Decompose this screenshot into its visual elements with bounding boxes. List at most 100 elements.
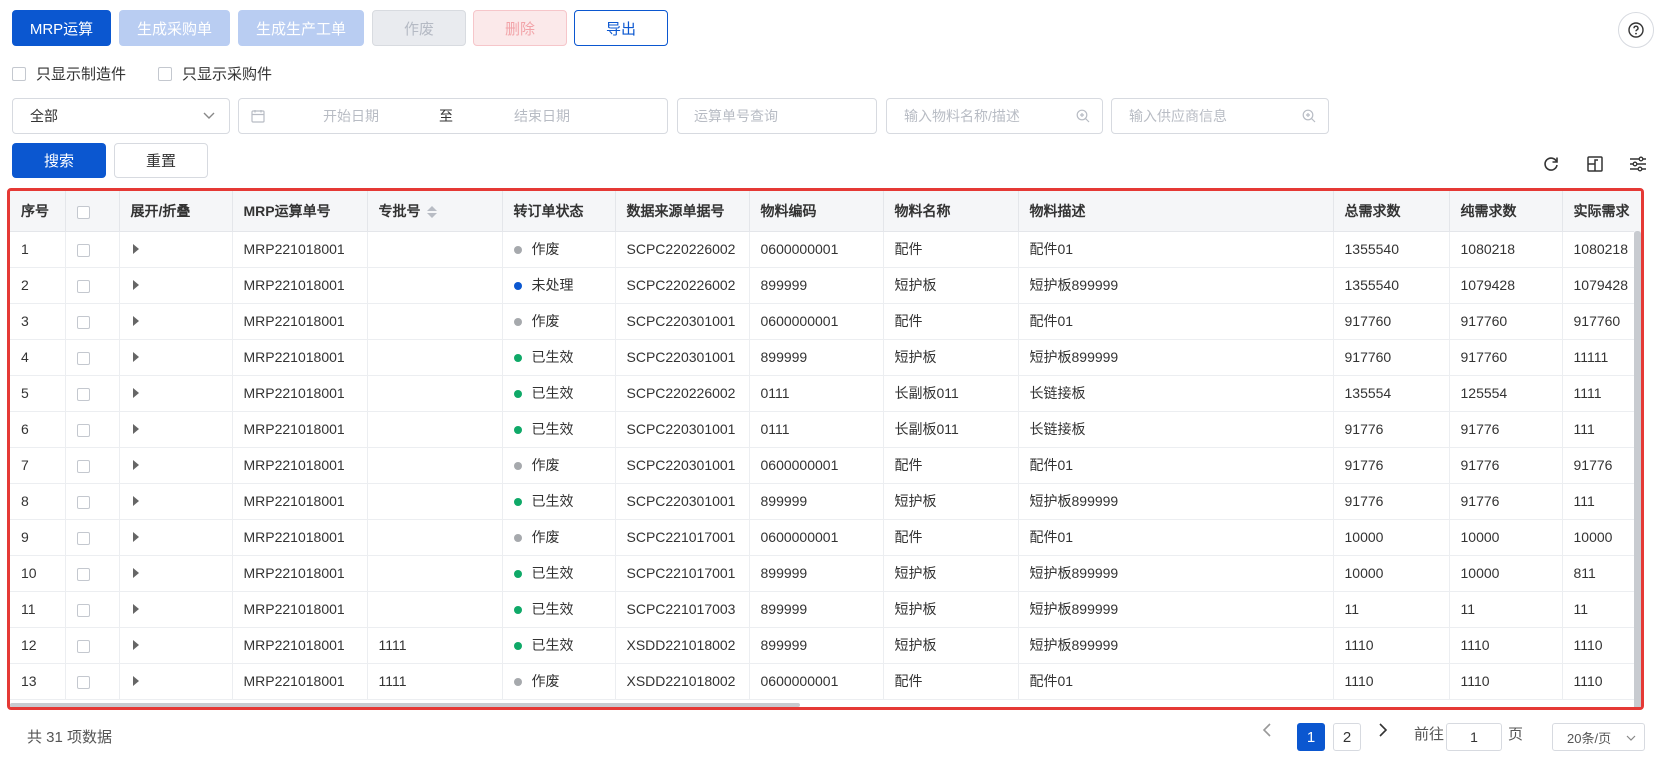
- refresh-icon[interactable]: [1541, 154, 1561, 174]
- date-range-picker[interactable]: 开始日期 至 结束日期: [238, 98, 668, 134]
- table-row[interactable]: 8 MRP221018001 已生效 SCPC220301001 899999 短护板 短护…: [10, 483, 1641, 520]
- vertical-scroll-thumb[interactable]: [1634, 231, 1641, 707]
- expand-caret-icon[interactable]: [132, 604, 139, 614]
- prev-page-button[interactable]: [1262, 723, 1272, 737]
- material-search-input[interactable]: 输入物料名称/描述: [886, 98, 1103, 134]
- horizontal-scrollbar[interactable]: [10, 703, 800, 707]
- void-button[interactable]: 作废: [372, 10, 466, 46]
- expand-caret-icon[interactable]: [132, 640, 139, 650]
- expand-caret-icon[interactable]: [132, 568, 139, 578]
- start-date-placeholder[interactable]: 开始日期: [323, 106, 379, 126]
- select-all-checkbox[interactable]: [76, 205, 90, 219]
- expand-caret-icon[interactable]: [132, 388, 139, 398]
- run-number-search-input[interactable]: 运算单号查询: [677, 98, 877, 134]
- row-checkbox[interactable]: [76, 387, 90, 401]
- goto-page-input[interactable]: 1: [1446, 723, 1502, 751]
- cell-expand[interactable]: [119, 483, 233, 520]
- table-row[interactable]: 4 MRP221018001 已生效 SCPC220301001 899999 短护板 短护…: [10, 339, 1641, 376]
- density-icon[interactable]: [1585, 154, 1605, 174]
- expand-caret-icon[interactable]: [132, 460, 139, 470]
- cell-expand[interactable]: [119, 663, 233, 700]
- cell-select[interactable]: [65, 303, 120, 340]
- expand-caret-icon[interactable]: [132, 496, 139, 506]
- cell-select[interactable]: [65, 591, 120, 628]
- page-2-button[interactable]: 2: [1333, 723, 1361, 751]
- row-checkbox[interactable]: [76, 423, 90, 437]
- cell-expand[interactable]: [119, 303, 233, 340]
- only-manufactured-checkbox[interactable]: 只显示制造件: [12, 63, 126, 84]
- cell-expand[interactable]: [119, 375, 233, 412]
- cell-select[interactable]: [65, 231, 120, 268]
- row-checkbox[interactable]: [76, 639, 90, 653]
- reset-button[interactable]: 重置: [114, 143, 208, 178]
- expand-caret-icon[interactable]: [132, 316, 139, 326]
- table-row[interactable]: 3 MRP221018001 作废 SCPC220301001 0600000001 配件…: [10, 303, 1641, 340]
- table-row[interactable]: 12 MRP221018001 1111 已生效 XSDD221018002 899999…: [10, 627, 1641, 664]
- cell-select[interactable]: [65, 663, 120, 700]
- row-checkbox[interactable]: [76, 459, 90, 473]
- next-page-button[interactable]: [1378, 723, 1388, 737]
- row-checkbox[interactable]: [76, 603, 90, 617]
- row-checkbox[interactable]: [76, 567, 90, 581]
- expand-caret-icon[interactable]: [132, 352, 139, 362]
- search-zoom-icon[interactable]: [1076, 109, 1090, 123]
- cell-expand[interactable]: [119, 267, 233, 304]
- expand-caret-icon[interactable]: [132, 676, 139, 686]
- cell-select[interactable]: [65, 555, 120, 592]
- cell-select[interactable]: [65, 411, 120, 448]
- expand-caret-icon[interactable]: [132, 280, 139, 290]
- cell-expand[interactable]: [119, 231, 233, 268]
- only-purchased-checkbox[interactable]: 只显示采购件: [158, 63, 272, 84]
- mrp-run-button[interactable]: MRP运算: [12, 10, 111, 46]
- page-1-button[interactable]: 1: [1297, 723, 1325, 751]
- expand-caret-icon[interactable]: [132, 424, 139, 434]
- sort-icon[interactable]: [426, 206, 437, 219]
- table-row[interactable]: 7 MRP221018001 作废 SCPC220301001 0600000001 配件…: [10, 447, 1641, 484]
- cell-select[interactable]: [65, 267, 120, 304]
- cell-expand[interactable]: [119, 519, 233, 556]
- cell-expand[interactable]: [119, 627, 233, 664]
- row-checkbox[interactable]: [76, 243, 90, 257]
- row-checkbox[interactable]: [76, 495, 90, 509]
- cell-expand[interactable]: [119, 447, 233, 484]
- table-row[interactable]: 9 MRP221018001 作废 SCPC221017001 0600000001 配件…: [10, 519, 1641, 556]
- row-checkbox[interactable]: [76, 315, 90, 329]
- status-select[interactable]: 全部: [12, 98, 230, 134]
- cell-expand[interactable]: [119, 339, 233, 376]
- expand-caret-icon[interactable]: [132, 244, 139, 254]
- cell-expand[interactable]: [119, 591, 233, 628]
- help-icon[interactable]: [1618, 12, 1654, 48]
- delete-button[interactable]: 删除: [473, 10, 567, 46]
- table-row[interactable]: 13 MRP221018001 1111 作废 XSDD221018002 0600000…: [10, 663, 1641, 700]
- table-row[interactable]: 1 MRP221018001 作废 SCPC220226002 0600000001 配件…: [10, 231, 1641, 268]
- cell-select[interactable]: [65, 483, 120, 520]
- table-row[interactable]: 11 MRP221018001 已生效 SCPC221017003 899999 短护板短…: [10, 591, 1641, 628]
- export-button[interactable]: 导出: [574, 10, 668, 46]
- row-checkbox[interactable]: [76, 531, 90, 545]
- cell-select[interactable]: [65, 447, 120, 484]
- table-row[interactable]: 6 MRP221018001 已生效 SCPC220301001 0111 长副板011 长…: [10, 411, 1641, 448]
- column-settings-icon[interactable]: [1628, 154, 1648, 174]
- cell-select[interactable]: [65, 339, 120, 376]
- cell-select[interactable]: [65, 519, 120, 556]
- search-zoom-icon[interactable]: [1302, 109, 1316, 123]
- cell-expand[interactable]: [119, 555, 233, 592]
- search-button[interactable]: 搜索: [12, 143, 106, 178]
- row-checkbox[interactable]: [76, 351, 90, 365]
- cell-expand[interactable]: [119, 411, 233, 448]
- col-select-all[interactable]: [65, 191, 120, 232]
- generate-purchase-order-button[interactable]: 生成采购单: [119, 10, 230, 46]
- table-row[interactable]: 5 MRP221018001 已生效 SCPC220226002 0111 长副板011 长…: [10, 375, 1641, 412]
- generate-production-order-button[interactable]: 生成生产工单: [238, 10, 364, 46]
- end-date-placeholder[interactable]: 结束日期: [514, 106, 570, 126]
- supplier-search-input[interactable]: 输入供应商信息: [1111, 98, 1329, 134]
- table-row[interactable]: 10 MRP221018001 已生效 SCPC221017001 899999 短护板短…: [10, 555, 1641, 592]
- checkbox-box[interactable]: [158, 66, 172, 81]
- page-size-select[interactable]: 20条/页: [1552, 723, 1645, 751]
- table-row[interactable]: 2 MRP221018001 未处理 SCPC220226002 899999 短护板 短护…: [10, 267, 1641, 304]
- col-batch-number[interactable]: 专批号: [367, 191, 503, 232]
- row-checkbox[interactable]: [76, 675, 90, 689]
- expand-caret-icon[interactable]: [132, 532, 139, 542]
- row-checkbox[interactable]: [76, 279, 90, 293]
- vertical-scrollbar[interactable]: [1634, 231, 1641, 707]
